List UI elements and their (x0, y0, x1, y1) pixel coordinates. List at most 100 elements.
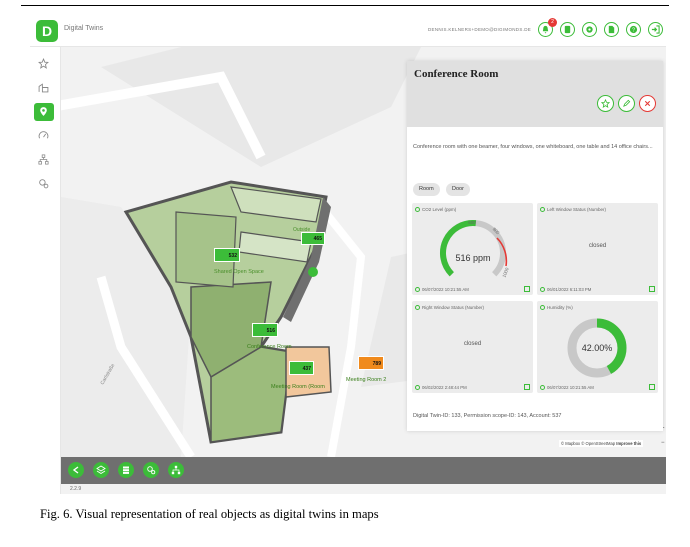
app-title: Digital Twins (64, 25, 104, 32)
marker-value: 437 (302, 366, 311, 372)
card-title-text: Humidity (%) (547, 305, 573, 310)
sensor-icon (415, 305, 420, 310)
marker-value: 516 (266, 328, 275, 334)
panel-footer: Digital Twin-ID: 133, Permission scope-I… (413, 413, 562, 419)
map-pin-icon (40, 107, 47, 116)
logout-button[interactable] (648, 22, 663, 37)
sensor-icon (540, 305, 545, 310)
map-marker-shared-open-space[interactable]: 532 (214, 248, 240, 262)
marker-label: Shared Open Space (214, 269, 264, 275)
favorite-button[interactable] (597, 95, 614, 112)
timestamp-text: 06/01/2022 6:11:03 PM (547, 287, 592, 292)
map-toolbar (61, 457, 666, 484)
card-title-text: Left Window Status (Number) (547, 207, 607, 212)
card-title-text: Right Window Status (Number) (422, 305, 485, 310)
buildings-icon (38, 83, 49, 93)
card-title: Humidity (%) (540, 305, 573, 310)
stack-icon (123, 466, 129, 474)
history-icon[interactable] (524, 384, 530, 390)
co2-gauge: 600 800 1000 516 ppm (440, 220, 510, 278)
right-window-value: closed (463, 341, 482, 347)
stack-button[interactable] (118, 462, 134, 478)
card-title: Right Window Status (Number) (415, 305, 484, 310)
help-icon: ? (629, 25, 638, 34)
timestamp-text: 06/07/2022 10:21:55 AM (547, 385, 594, 390)
sidebar-item-settings[interactable] (34, 175, 54, 193)
clock-icon (540, 287, 545, 292)
card-timestamp: 06/07/2022 10:21:55 AM (540, 385, 594, 390)
top-bar: D Digital Twins DENNIS.KELNERS+DEMO@DIGI… (30, 14, 666, 47)
co2-gauge-fill (440, 220, 477, 277)
card-title: Left Window Status (Number) (540, 207, 606, 212)
hierarchy-icon (38, 154, 49, 165)
sensor-card-co2[interactable]: CO2 Level (ppm) 600 800 1000 516 ppm 06/… (412, 203, 533, 295)
left-window-value: closed (588, 243, 607, 249)
figure-caption: Fig. 6. Visual representation of real ob… (40, 507, 379, 521)
gear-icon (586, 26, 593, 33)
hierarchy-icon (171, 465, 181, 475)
layers-icon (96, 465, 106, 475)
sidebar-item-map[interactable] (34, 103, 54, 121)
sidebar-item-buildings[interactable] (34, 79, 54, 97)
gears-icon (147, 466, 156, 475)
timestamp-text: 06/07/2022 10:21:55 AM (422, 287, 469, 292)
marker-label: Meeting Room (Room (271, 384, 325, 390)
back-icon (72, 466, 79, 474)
sensor-card-right-window[interactable]: Right Window Status (Number) closed 06/0… (412, 301, 533, 393)
settings-button[interactable] (582, 22, 597, 37)
sidebar-item-dashboard[interactable] (34, 127, 54, 145)
gauge-tick: 600 (468, 220, 476, 225)
file-icon (608, 25, 615, 34)
back-button[interactable] (68, 462, 84, 478)
notifications-button[interactable]: 2 (538, 18, 557, 37)
app-logo[interactable]: D (36, 20, 58, 42)
map-marker-conference-room[interactable]: 516 (252, 323, 278, 337)
history-icon[interactable] (649, 286, 655, 292)
map-attribution: © Mapbox © OpenStreetMap Improve this (559, 440, 644, 447)
card-timestamp: 06/01/2022 6:11:03 PM (540, 287, 591, 292)
documents-button[interactable] (560, 22, 575, 37)
timestamp-text: 06/02/2022 2:48:44 PM (422, 385, 467, 390)
user-email: DENNIS.KELNERS+DEMO@DIGIMONDS.DE (428, 27, 532, 32)
star-icon (38, 58, 49, 69)
files-button[interactable] (604, 22, 619, 37)
attribution-text: © Mapbox © OpenStreetMap (561, 441, 616, 446)
map-marker-outside[interactable]: 465 (301, 232, 325, 245)
marker-value: 789 (372, 361, 381, 367)
bell-icon (542, 25, 549, 34)
gears-icon (39, 179, 49, 189)
app-window: D Digital Twins DENNIS.KELNERS+DEMO@DIGI… (30, 14, 666, 494)
close-button[interactable] (639, 95, 656, 112)
card-timestamp: 06/07/2022 10:21:55 AM (415, 287, 469, 292)
zoom-out-icon[interactable]: − (661, 440, 666, 448)
tag-door[interactable]: Door (446, 183, 470, 196)
edit-button[interactable] (618, 95, 635, 112)
map-settings-button[interactable] (143, 462, 159, 478)
improve-map-link[interactable]: Improve this (616, 441, 641, 446)
document-icon (564, 25, 571, 34)
layers-button[interactable] (93, 462, 109, 478)
marker-label: Meeting Room 2 (346, 377, 387, 383)
map-marker-meeting-room-2[interactable]: 789 (358, 356, 384, 370)
figure-border (21, 5, 669, 6)
history-icon[interactable] (524, 286, 530, 292)
side-navigation (30, 47, 61, 494)
sensor-card-humidity[interactable]: Humidity (%) 42.00% 06/07/2022 10:21:55 … (537, 301, 658, 393)
clock-icon (415, 287, 420, 292)
sensor-icon (540, 207, 545, 212)
sensor-card-left-window[interactable]: Left Window Status (Number) closed 06/01… (537, 203, 658, 295)
tag-room[interactable]: Room (413, 183, 440, 196)
panel-title: Conference Room (414, 68, 499, 80)
map-marker-meeting-room[interactable]: 437 (289, 361, 314, 375)
history-icon[interactable] (649, 384, 655, 390)
gauge-icon (38, 131, 49, 139)
sidebar-item-hierarchy[interactable] (34, 151, 54, 169)
star-icon (601, 99, 610, 108)
marker-label: Outside (293, 227, 311, 233)
gauge-tick: 1000 (502, 266, 510, 278)
map-hierarchy-button[interactable] (168, 462, 184, 478)
sidebar-item-favorites[interactable] (34, 55, 54, 73)
card-timestamp: 06/02/2022 2:48:44 PM (415, 385, 467, 390)
help-button[interactable]: ? (626, 22, 641, 37)
svg-text:?: ? (632, 28, 635, 34)
